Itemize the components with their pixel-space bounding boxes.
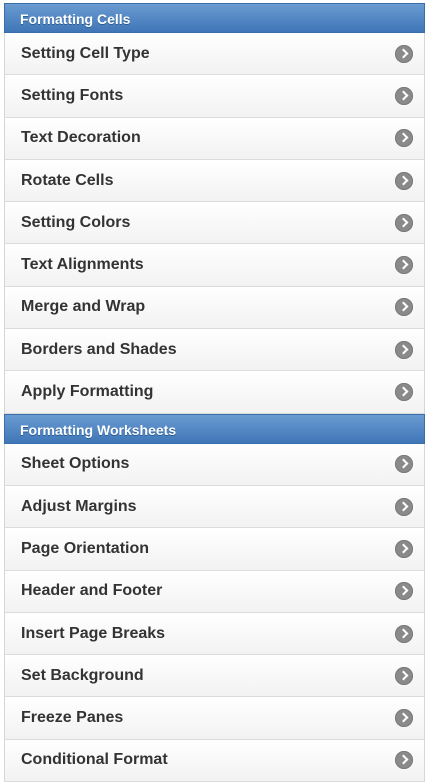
menu-item-label: Header and Footer [21,582,163,600]
chevron-right-circle-icon [395,129,413,148]
chevron-right-circle-icon [395,497,413,516]
menu-item-label: Merge and Wrap [21,298,146,316]
menu-item-page-orientation[interactable]: Page Orientation [4,528,425,571]
menu-item-setting-fonts[interactable]: Setting Fonts [4,75,425,118]
section-title: Formatting Worksheets [20,421,177,438]
chevron-right-circle-icon [395,455,413,474]
section-header-formatting-worksheets: Formatting Worksheets [4,413,425,444]
menu-item-set-background[interactable]: Set Background [4,655,425,698]
chevron-right-circle-icon [395,751,413,770]
menu-item-setting-cell-type[interactable]: Setting Cell Type [4,33,425,76]
menu-item-label: Page Orientation [21,539,150,557]
menu-item-label: Text Alignments [21,256,144,274]
menu-item-conditional-format[interactable]: Conditional Format [4,739,425,783]
chevron-right-circle-icon [395,383,413,402]
menu-item-label: Sheet Options [21,455,130,473]
chevron-right-circle-icon [395,44,413,63]
menu-item-label: Setting Colors [21,213,131,231]
menu-item-setting-colors[interactable]: Setting Colors [4,202,425,245]
chevron-right-circle-icon [395,539,413,558]
chevron-right-circle-icon [395,340,413,359]
menu-item-rotate-cells[interactable]: Rotate Cells [4,159,425,203]
menu-item-insert-page-breaks[interactable]: Insert Page Breaks [4,612,425,656]
menu-item-borders-and-shades[interactable]: Borders and Shades [4,329,425,372]
menu-item-text-alignments[interactable]: Text Alignments [4,244,425,287]
menu-item-label: Apply Formatting [21,383,154,401]
menu-item-label: Conditional Format [21,751,168,769]
menu-item-label: Text Decoration [21,129,141,147]
chevron-right-circle-icon [395,171,413,190]
menu-item-label: Setting Fonts [21,86,124,104]
menu-item-header-and-footer[interactable]: Header and Footer [4,570,425,613]
menu-item-merge-and-wrap[interactable]: Merge and Wrap [4,286,425,330]
menu-item-label: Freeze Panes [21,709,124,727]
menu-item-adjust-margins[interactable]: Adjust Margins [4,485,425,529]
menu-item-text-decoration[interactable]: Text Decoration [4,117,425,160]
menu-item-label: Insert Page Breaks [21,624,166,642]
chevron-right-circle-icon [395,213,413,232]
chevron-right-circle-icon [395,624,413,643]
section-title: Formatting Cells [20,11,131,27]
chevron-right-circle-icon [395,298,413,317]
menu-item-label: Adjust Margins [21,497,137,515]
menu-item-label: Borders and Shades [21,340,177,358]
menu-item-sheet-options[interactable]: Sheet Options [4,443,425,486]
menu-item-label: Rotate Cells [21,171,114,189]
menu-item-apply-formatting[interactable]: Apply Formatting [4,371,425,414]
section-header-formatting-cells: Formatting Cells [4,3,425,33]
chevron-right-circle-icon [395,86,413,105]
chevron-right-circle-icon [395,709,413,728]
chevron-right-circle-icon [395,666,413,685]
menu-item-label: Setting Cell Type [21,44,150,62]
chevron-right-circle-icon [395,582,413,601]
menu-item-label: Set Background [21,666,144,684]
chevron-right-circle-icon [395,256,413,275]
menu-item-freeze-panes[interactable]: Freeze Panes [4,697,425,740]
menu-list: Formatting Cells Setting Cell Type Setti… [4,3,425,783]
